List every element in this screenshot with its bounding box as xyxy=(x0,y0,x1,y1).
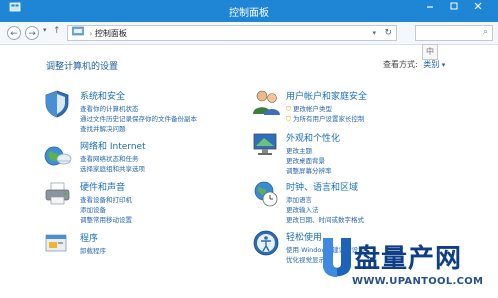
category-title[interactable]: 网络和 Internet xyxy=(80,139,280,152)
category-link[interactable]: ⛉ 更改帐户类型 xyxy=(286,104,486,114)
category-link[interactable]: 查看网络状态和任务 xyxy=(80,154,280,164)
app-icon xyxy=(5,1,25,17)
close-button[interactable] xyxy=(468,1,488,17)
breadcrumb-chevron-icon: › xyxy=(89,30,93,38)
breadcrumb-control-panel[interactable]: 控制面板 xyxy=(95,29,127,38)
category-link[interactable]: 查看你的计算机状态 xyxy=(80,104,280,114)
title-bar: 控制面板 xyxy=(0,0,498,23)
category-link[interactable]: 查看设备和打印机 xyxy=(80,195,280,205)
category-clock-language: 时钟、语言和区域 添加语言 更改输入法 更改日期、时间或数字格式 xyxy=(286,180,486,225)
printer-icon[interactable] xyxy=(44,181,72,211)
category-appearance: 外观和个性化 更改主题 更改桌面背景 调整屏幕分辨率 xyxy=(286,131,486,176)
shield-icon[interactable] xyxy=(44,90,70,122)
programs-icon[interactable] xyxy=(44,231,70,259)
address-dropdown-icon[interactable]: ▾ xyxy=(372,26,376,40)
uac-shield-icon: ⛉ xyxy=(286,105,291,113)
refresh-icon[interactable]: ↻ xyxy=(384,26,392,40)
category-hardware-sound: 硬件和声音 查看设备和打印机 添加设备 调整常用移动设置 xyxy=(80,180,280,225)
category-link[interactable]: 卸载程序 xyxy=(80,246,280,256)
watermark-url: WWW.UPANTOOL.COM xyxy=(352,276,484,287)
u-logo-icon xyxy=(320,236,354,282)
category-title[interactable]: 外观和个性化 xyxy=(286,131,486,144)
category-link[interactable]: 更改主题 xyxy=(286,146,486,156)
address-bar[interactable]: › 控制面板 ▾ ↻ xyxy=(67,25,397,41)
ease-of-access-icon[interactable] xyxy=(252,229,280,261)
category-link[interactable]: 选择家庭组和共享选项 xyxy=(80,164,280,174)
category-link[interactable]: 更改日期、时间或数字格式 xyxy=(286,215,486,225)
watermark-brand: 盘量产网 xyxy=(354,244,463,274)
search-icon: ⌕ xyxy=(482,27,488,37)
category-link[interactable]: 添加语言 xyxy=(286,195,486,205)
users-icon[interactable] xyxy=(251,88,281,120)
view-by-chevron-icon[interactable]: ▾ xyxy=(442,61,446,69)
category-link[interactable]: 添加设备 xyxy=(80,205,280,215)
recent-dropdown-icon[interactable]: ▾ xyxy=(43,26,47,34)
up-button[interactable]: ↑ xyxy=(53,26,61,36)
back-button[interactable]: ← xyxy=(7,26,21,40)
view-by-label: 查看方式: xyxy=(383,60,418,69)
view-by-dropdown[interactable]: 类别 xyxy=(423,60,439,69)
category-title[interactable]: 时钟、语言和区域 xyxy=(286,180,486,193)
minimize-button[interactable] xyxy=(420,1,440,17)
maximize-button[interactable] xyxy=(444,1,464,17)
category-programs: 程序 卸载程序 xyxy=(80,231,280,256)
search-input[interactable]: ⌕ xyxy=(415,25,493,41)
page-heading: 调整计算机的设置 xyxy=(46,62,119,72)
uac-shield-icon: ⛉ xyxy=(286,115,291,123)
category-system-security: 系统和安全 查看你的计算机状态 通过文件历史记录保存你的文件备份副本 查找并解决… xyxy=(80,89,280,134)
navigation-bar: ← → ▾ ↑ › 控制面板 ▾ ↻ ⌕ xyxy=(0,22,498,45)
category-network-internet: 网络和 Internet 查看网络状态和任务 选择家庭组和共享选项 xyxy=(80,139,280,174)
category-link[interactable]: ⛉ 为所有用户设置家长控制 xyxy=(286,114,486,124)
category-link[interactable]: 调整常用移动设置 xyxy=(80,215,280,225)
folder-icon xyxy=(72,26,84,41)
category-title[interactable]: 系统和安全 xyxy=(80,89,280,102)
category-title[interactable]: 用户帐户和家庭安全 xyxy=(286,89,486,102)
category-link-label[interactable]: 更改帐户类型 xyxy=(293,105,332,113)
view-by: 查看方式: 类别 ▾ xyxy=(383,59,445,70)
forward-button[interactable]: → xyxy=(25,26,39,40)
category-link[interactable]: 调整屏幕分辨率 xyxy=(286,166,486,176)
category-link[interactable]: 查找并解决问题 xyxy=(80,124,280,134)
ime-indicator[interactable]: 中 xyxy=(422,44,438,60)
category-link-label[interactable]: 为所有用户设置家长控制 xyxy=(293,115,365,123)
category-user-accounts: 用户帐户和家庭安全 ⛉ 更改帐户类型 ⛉ 为所有用户设置家长控制 xyxy=(286,89,486,124)
monitor-icon[interactable] xyxy=(252,131,280,161)
category-link[interactable]: 更改桌面背景 xyxy=(286,156,486,166)
category-link[interactable]: 通过文件历史记录保存你的文件备份副本 xyxy=(80,114,280,124)
category-link[interactable]: 更改输入法 xyxy=(286,205,486,215)
category-title[interactable]: 硬件和声音 xyxy=(80,180,280,193)
category-title[interactable]: 程序 xyxy=(80,231,280,244)
network-globe-icon[interactable] xyxy=(44,143,72,173)
clock-globe-icon[interactable] xyxy=(252,180,280,212)
